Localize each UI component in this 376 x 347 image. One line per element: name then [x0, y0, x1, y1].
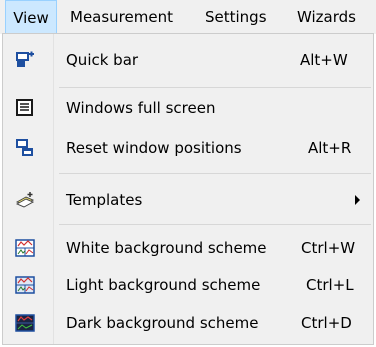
menu-settings[interactable]: Settings [205, 0, 267, 34]
menu-item-shortcut: Ctrl+W [301, 239, 356, 257]
quick-bar-icon [15, 51, 35, 69]
submenu-arrow-icon [355, 195, 360, 205]
menu-item-shortcut: Ctrl+L [306, 276, 354, 294]
menu-item-label: Windows full screen [66, 99, 216, 117]
menu-item-shortcut: Alt+W [300, 51, 348, 69]
menu-item-quick-bar[interactable]: Quick bar Alt+W [3, 42, 373, 78]
menu-separator [59, 173, 371, 174]
menu-item-shortcut: Alt+R [308, 139, 352, 157]
menu-measurement[interactable]: Measurement [70, 0, 173, 34]
menu-item-templates[interactable]: Templates [3, 182, 373, 218]
light-scheme-icon [15, 276, 35, 294]
menu-item-label: Templates [66, 191, 143, 209]
menu-item-label: Reset window positions [66, 139, 242, 157]
menu-item-reset-window-positions[interactable]: Reset window positions Alt+R [3, 130, 373, 166]
menu-separator [59, 87, 371, 88]
dark-scheme-icon [15, 314, 35, 332]
menu-item-windows-full-screen[interactable]: Windows full screen [3, 90, 373, 126]
menu-view[interactable]: View [5, 0, 57, 34]
menu-item-dark-background-scheme[interactable]: Dark background scheme Ctrl+D [3, 305, 373, 341]
menu-item-light-background-scheme[interactable]: Light background scheme Ctrl+L [3, 267, 373, 303]
menu-wizards[interactable]: Wizards [297, 0, 356, 34]
white-scheme-icon [15, 239, 35, 257]
menu-item-shortcut: Ctrl+D [301, 314, 352, 332]
menu-bar: View Measurement Settings Wizards [0, 0, 376, 34]
menu-item-label: Light background scheme [66, 276, 261, 294]
full-screen-icon [15, 99, 35, 117]
menu-item-label: Dark background scheme [66, 314, 259, 332]
menu-item-white-background-scheme[interactable]: White background scheme Ctrl+W [3, 230, 373, 266]
templates-icon [15, 191, 35, 209]
view-dropdown-menu: Quick bar Alt+W Windows full screen Rese… [2, 33, 374, 345]
menu-item-label: White background scheme [66, 239, 267, 257]
menu-item-label: Quick bar [66, 51, 139, 69]
reset-windows-icon [15, 139, 35, 157]
menu-separator [59, 224, 371, 225]
